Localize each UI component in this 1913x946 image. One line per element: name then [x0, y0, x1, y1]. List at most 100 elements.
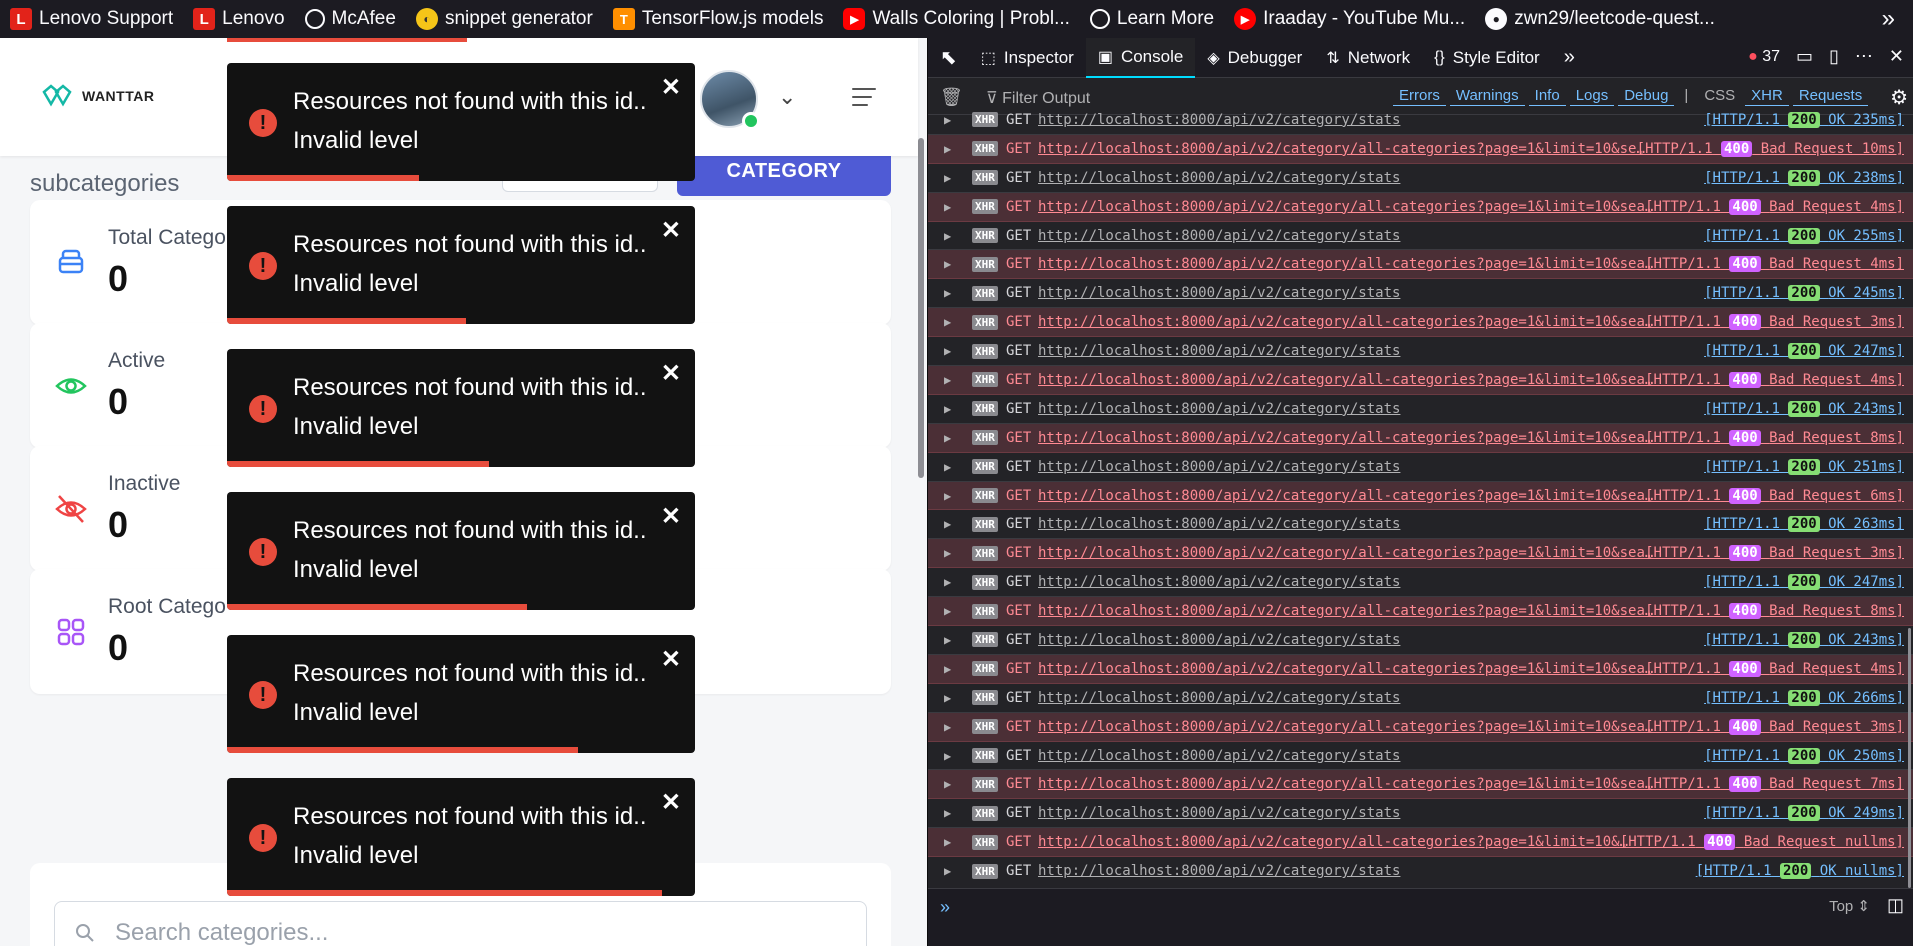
- request-status[interactable]: [HTTP/1.1 400 Bad Request 8ms]: [1645, 603, 1904, 620]
- request-url[interactable]: http://localhost:8000/api/v2/category/st…: [1038, 459, 1400, 475]
- console-input[interactable]: » Top ⇕ ◫: [928, 888, 1913, 946]
- request-url[interactable]: http://localhost:8000/api/v2/category/st…: [1038, 170, 1400, 186]
- expand-triangle-icon[interactable]: ▶: [944, 315, 951, 329]
- request-status[interactable]: [HTTP/1.1 400 Bad Request 3ms]: [1645, 314, 1904, 331]
- expand-triangle-icon[interactable]: ▶: [944, 489, 951, 503]
- log-row[interactable]: ▶ XHR GET http://localhost:8000/api/v2/cate…: [928, 654, 1913, 684]
- request-status[interactable]: [HTTP/1.1 400 Bad Request 4ms]: [1645, 371, 1904, 388]
- log-row[interactable]: ▶ XHR GET http://localhost:8000/api/v2/cate…: [928, 539, 1913, 569]
- hamburger-menu-icon[interactable]: [852, 88, 876, 112]
- tab-debugger[interactable]: ◈ Debugger: [1195, 38, 1314, 78]
- expand-triangle-icon[interactable]: ▶: [944, 344, 951, 358]
- request-status[interactable]: [HTTP/1.1 200 OK 247ms]: [1704, 343, 1904, 360]
- request-status[interactable]: [HTTP/1.1 200 OK 266ms]: [1704, 689, 1904, 706]
- log-row[interactable]: ▶ XHR GET http://localhost:8000/api/v2/cate…: [928, 597, 1913, 627]
- request-url[interactable]: http://localhost:8000/api/v2/category/al…: [1038, 372, 1653, 388]
- bookmark-item[interactable]: ◐ snippet generator: [415, 8, 593, 30]
- log-row[interactable]: ▶ XHR GET http://localhost:8000/api/v2/cate…: [928, 510, 1913, 540]
- log-row[interactable]: ▶ XHR GET http://localhost:8000/api/v2/cate…: [928, 164, 1913, 193]
- request-url[interactable]: http://localhost:8000/api/v2/category/st…: [1038, 863, 1400, 879]
- close-devtools-icon[interactable]: ✕: [1889, 46, 1904, 67]
- request-url[interactable]: http://localhost:8000/api/v2/category/st…: [1038, 112, 1400, 128]
- log-row[interactable]: ▶ XHR GET http://localhost:8000/api/v2/cate…: [928, 279, 1913, 309]
- request-status[interactable]: [HTTP/1.1 400 Bad Request 3ms]: [1645, 545, 1904, 562]
- request-status[interactable]: [HTTP/1.1 200 OK 247ms]: [1704, 574, 1904, 591]
- sidebar-toggle-icon[interactable]: ◫: [1887, 895, 1904, 916]
- filter-output-input[interactable]: ⊽ Filter Output: [986, 88, 1090, 108]
- filter-logs[interactable]: Logs: [1569, 86, 1615, 106]
- filter-info[interactable]: Info: [1528, 86, 1566, 106]
- expand-triangle-icon[interactable]: ▶: [944, 257, 951, 271]
- expand-triangle-icon[interactable]: ▶: [944, 749, 951, 763]
- log-row[interactable]: ▶ XHR GET http://localhost:8000/api/v2/cate…: [928, 712, 1913, 742]
- bookmark-item[interactable]: McAfee: [304, 8, 396, 30]
- request-status[interactable]: [HTTP/1.1 400 Bad Request 4ms]: [1645, 198, 1904, 215]
- expand-triangle-icon[interactable]: ▶: [944, 835, 951, 849]
- expand-triangle-icon[interactable]: ▶: [944, 662, 951, 676]
- request-url[interactable]: http://localhost:8000/api/v2/category/al…: [1038, 545, 1653, 561]
- bookmark-item[interactable]: T TensorFlow.js models: [612, 8, 823, 30]
- request-status[interactable]: [HTTP/1.1 200 OK 263ms]: [1704, 516, 1904, 533]
- expand-triangle-icon[interactable]: ▶: [944, 229, 951, 243]
- add-category-button[interactable]: CATEGORY: [677, 156, 891, 196]
- request-url[interactable]: http://localhost:8000/api/v2/category/al…: [1038, 199, 1653, 215]
- expand-triangle-icon[interactable]: ▶: [944, 777, 951, 791]
- bookmark-item[interactable]: L Lenovo: [193, 8, 285, 30]
- expand-triangle-icon[interactable]: ▶: [944, 720, 951, 734]
- request-url[interactable]: http://localhost:8000/api/v2/category/st…: [1038, 285, 1400, 301]
- log-row[interactable]: ▶ XHR GET http://localhost:8000/api/v2/cate…: [928, 799, 1913, 829]
- log-row[interactable]: ▶ XHR GET http://localhost:8000/api/v2/cate…: [928, 106, 1913, 135]
- expand-triangle-icon[interactable]: ▶: [944, 373, 951, 387]
- request-status[interactable]: [HTTP/1.1 200 OK 243ms]: [1704, 631, 1904, 648]
- search-input[interactable]: Search categories...: [54, 901, 867, 946]
- expand-triangle-icon[interactable]: ▶: [944, 402, 951, 416]
- close-icon[interactable]: ✕: [661, 502, 681, 531]
- request-status[interactable]: [HTTP/1.1 200 OK 251ms]: [1704, 458, 1904, 475]
- request-url[interactable]: http://localhost:8000/api/v2/category/st…: [1038, 401, 1400, 417]
- expand-triangle-icon[interactable]: ▶: [944, 431, 951, 445]
- request-status[interactable]: [HTTP/1.1 200 OK 249ms]: [1704, 805, 1904, 822]
- request-url[interactable]: http://localhost:8000/api/v2/category/al…: [1038, 603, 1653, 619]
- close-icon[interactable]: ✕: [661, 216, 681, 245]
- bookmarks-overflow-icon[interactable]: »: [1882, 5, 1895, 33]
- request-url[interactable]: http://localhost:8000/api/v2/category/al…: [1038, 661, 1653, 677]
- log-row[interactable]: ▶ XHR GET http://localhost:8000/api/v2/cate…: [928, 222, 1913, 251]
- expand-triangle-icon[interactable]: ▶: [944, 517, 951, 531]
- log-row[interactable]: ▶ XHR GET http://localhost:8000/api/v2/cate…: [928, 395, 1913, 424]
- log-row[interactable]: ▶ XHR GET http://localhost:8000/api/v2/cate…: [928, 481, 1913, 511]
- log-row[interactable]: ▶ XHR GET http://localhost:8000/api/v2/cate…: [928, 828, 1913, 858]
- log-row[interactable]: ▶ XHR GET http://localhost:8000/api/v2/cate…: [928, 770, 1913, 800]
- expand-triangle-icon[interactable]: ▶: [944, 575, 951, 589]
- bookmark-item[interactable]: Learn More: [1089, 8, 1214, 30]
- expand-triangle-icon[interactable]: ▶: [944, 633, 951, 647]
- request-url[interactable]: http://localhost:8000/api/v2/category/st…: [1038, 632, 1400, 648]
- expand-triangle-icon[interactable]: ▶: [944, 142, 951, 156]
- request-url[interactable]: http://localhost:8000/api/v2/category/st…: [1038, 228, 1400, 244]
- log-row[interactable]: ▶ XHR GET http://localhost:8000/api/v2/cate…: [928, 134, 1913, 164]
- bookmark-item[interactable]: ▶ Walls Coloring | Probl...: [843, 8, 1070, 30]
- close-icon[interactable]: ✕: [661, 645, 681, 674]
- log-row[interactable]: ▶ XHR GET http://localhost:8000/api/v2/cate…: [928, 423, 1913, 453]
- request-status[interactable]: [HTTP/1.1 200 OK 255ms]: [1704, 227, 1904, 244]
- expand-triangle-icon[interactable]: ▶: [944, 286, 951, 300]
- chevron-down-icon[interactable]: ⌄: [778, 84, 796, 110]
- request-status[interactable]: [HTTP/1.1 400 Bad Request 8ms]: [1645, 429, 1904, 446]
- log-row[interactable]: ▶ XHR GET http://localhost:8000/api/v2/cate…: [928, 742, 1913, 771]
- expand-triangle-icon[interactable]: ▶: [944, 171, 951, 185]
- request-url[interactable]: http://localhost:8000/api/v2/category/al…: [1038, 430, 1653, 446]
- request-url[interactable]: http://localhost:8000/api/v2/category/st…: [1038, 516, 1400, 532]
- more-options-icon[interactable]: ⋯: [1855, 46, 1873, 67]
- tab-style-editor[interactable]: {} Style Editor: [1422, 38, 1552, 78]
- expand-triangle-icon[interactable]: ▶: [944, 864, 951, 878]
- log-row[interactable]: ▶ XHR GET http://localhost:8000/api/v2/cate…: [928, 684, 1913, 713]
- log-row[interactable]: ▶ XHR GET http://localhost:8000/api/v2/cate…: [928, 568, 1913, 598]
- request-status[interactable]: [HTTP/1.1 200 OK 235ms]: [1704, 111, 1904, 128]
- context-selector[interactable]: Top ⇕: [1829, 897, 1870, 915]
- request-status[interactable]: [HTTP/1.1 400 Bad Request nullms]: [1620, 834, 1904, 851]
- bookmark-item[interactable]: L Lenovo Support: [10, 8, 173, 30]
- log-row[interactable]: ▶ XHR GET http://localhost:8000/api/v2/cate…: [928, 250, 1913, 280]
- trash-icon[interactable]: 🗑: [940, 87, 963, 108]
- expand-triangle-icon[interactable]: ▶: [944, 604, 951, 618]
- bookmark-item[interactable]: ▶ Iraaday - YouTube Mu...: [1234, 8, 1465, 30]
- bookmark-item[interactable]: ● zwn29/leetcode-quest...: [1485, 8, 1715, 30]
